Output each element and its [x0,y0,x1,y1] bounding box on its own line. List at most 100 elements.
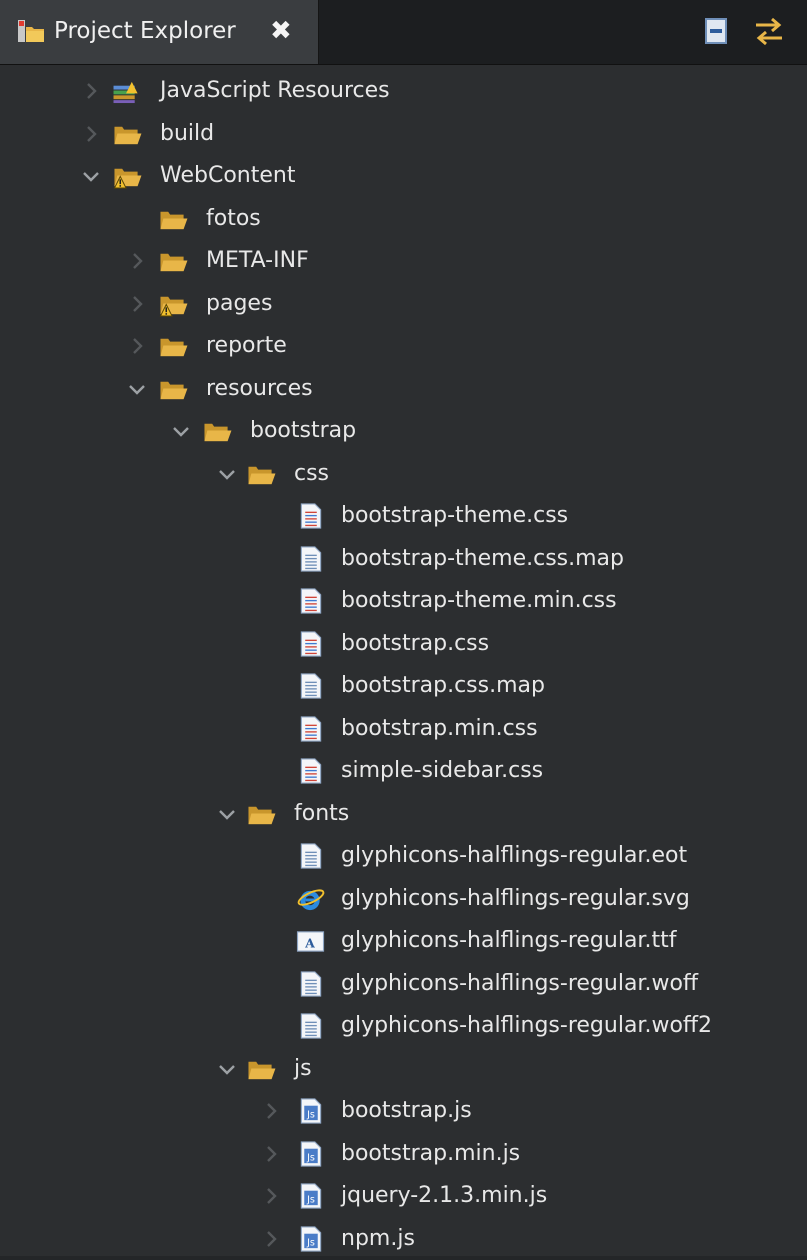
chevron-right-icon[interactable] [258,1226,284,1252]
tab-title: Project Explorer [54,18,236,44]
tree-item-label: resources [206,375,313,401]
css-file-icon [300,503,322,529]
tree-item[interactable]: bootstrap [0,410,807,452]
chevron-down-icon[interactable] [124,376,150,402]
chevron-right-icon[interactable] [124,333,150,359]
tree-item-label: npm.js [341,1225,415,1251]
tree-item-label: bootstrap-theme.css [341,503,569,528]
text-file-icon [300,970,322,997]
css-file-icon [300,588,322,614]
chevron-down-icon[interactable] [214,801,240,827]
tree-item[interactable]: fonts [0,793,807,835]
tree-item[interactable]: fotos [0,198,807,240]
chevron-right-icon[interactable] [258,1141,284,1167]
tree-item-label: glyphicons-halflings-regular.woff2 [341,1013,713,1038]
tree-item-label: WebContent [160,163,296,188]
tree-item[interactable]: Js bootstrap.js [0,1090,807,1132]
tree-item-label: bootstrap [250,418,357,443]
ie-file-icon [297,888,325,910]
tree-item-label: simple-sidebar.css [341,758,544,783]
folder-icon [248,1061,276,1079]
tree-item[interactable]: build [0,113,807,155]
tree-item[interactable]: bootstrap-theme.css.map [0,538,807,580]
folder-icon [204,423,232,442]
tree-item-label: glyphicons-halflings-regular.woff [341,970,699,996]
tree-item-label: bootstrap.js [341,1098,472,1123]
folder-icon [248,466,276,484]
tree-item[interactable]: Js npm.js [0,1218,807,1260]
chevron-down-icon[interactable] [214,1056,240,1082]
tree-item-label: fonts [294,800,350,826]
tree-item[interactable]: WebContent [0,155,807,197]
tree-item-label: glyphicons-halflings-regular.ttf [341,928,677,953]
js-file-icon: Js [300,1183,322,1209]
view-tab-bar: Project Explorer ✖ [0,0,807,65]
project-tree: JavaScript Resources build WebContent fotos… [0,65,807,1256]
tree-item[interactable]: Aglyphicons-halflings-regular.ttf [0,920,807,962]
text-file-icon [300,673,322,699]
tree-item[interactable]: js [0,1048,807,1090]
chevron-down-icon[interactable] [214,461,240,487]
folder-icon [160,211,188,229]
tree-item-label: build [160,120,215,146]
tree-item[interactable]: Js bootstrap.min.js [0,1133,807,1175]
project-explorer-window: Project Explorer ✖ JavaScript Resources b… [0,0,807,1256]
tree-item[interactable]: glyphicons-halflings-regular.svg [0,878,807,920]
collapse-all-icon[interactable] [700,14,734,48]
tree-item-label: js [294,1055,312,1081]
folder-warning-icon [159,296,188,317]
tree-item[interactable]: simple-sidebar.css [0,750,807,792]
tree-item-label: bootstrap-theme.min.css [341,588,617,613]
tree-item[interactable]: META-INF [0,240,807,282]
chevron-right-icon[interactable] [124,291,150,317]
css-file-icon [300,758,322,784]
tree-item[interactable]: bootstrap-theme.min.css [0,580,807,622]
tree-item-label: bootstrap.min.js [341,1140,521,1166]
project-explorer-icon [18,20,44,42]
folder-icon [114,126,142,144]
folder-icon [248,806,276,824]
tree-item[interactable]: css [0,453,807,495]
chevron-down-icon[interactable] [168,418,194,444]
tree-item[interactable]: bootstrap.min.css [0,708,807,750]
link-with-editor-icon[interactable] [752,14,786,48]
chevron-right-icon[interactable] [258,1098,284,1124]
chevron-right-icon[interactable] [78,78,104,104]
tree-item[interactable]: bootstrap-theme.css [0,495,807,537]
svg-text:Js: Js [306,1237,315,1248]
folder-warning-icon [113,168,142,189]
tree-item-label: glyphicons-halflings-regular.svg [341,885,690,911]
tree-item-label: reporte [206,333,287,358]
svg-text:A: A [304,935,315,950]
svg-text:Js: Js [306,1152,315,1163]
text-file-icon [300,843,322,869]
tree-item[interactable]: JavaScript Resources [0,70,807,112]
tree-item[interactable]: resources [0,368,807,410]
tree-item[interactable]: bootstrap.css [0,623,807,665]
chevron-down-icon[interactable] [78,163,104,189]
tree-item-label: JavaScript Resources [160,78,390,103]
chevron-right-icon[interactable] [258,1183,284,1209]
tree-item[interactable]: glyphicons-halflings-regular.eot [0,835,807,877]
font-file-icon: A [296,931,325,952]
tree-item-label: META-INF [206,248,309,273]
tab-project-explorer[interactable]: Project Explorer ✖ [0,0,319,64]
chevron-right-icon[interactable] [124,248,150,274]
library-icon [113,81,138,104]
tree-item[interactable]: glyphicons-halflings-regular.woff [0,963,807,1005]
chevron-right-icon[interactable] [78,121,104,147]
close-icon[interactable]: ✖ [270,14,292,48]
svg-text:Js: Js [306,1194,315,1205]
folder-icon [160,338,188,357]
tree-item[interactable]: bootstrap.css.map [0,665,807,707]
js-file-icon: Js [300,1098,322,1124]
tree-item[interactable]: glyphicons-halflings-regular.woff2 [0,1005,807,1047]
tree-item[interactable]: pages [0,283,807,325]
tree-item[interactable]: Js jquery-2.1.3.min.js [0,1175,807,1217]
tree-item-label: bootstrap.min.css [341,715,538,741]
tree-item[interactable]: reporte [0,325,807,367]
js-file-icon: Js [300,1225,322,1252]
folder-icon [160,381,188,399]
css-file-icon [300,630,322,657]
css-file-icon [300,715,322,742]
